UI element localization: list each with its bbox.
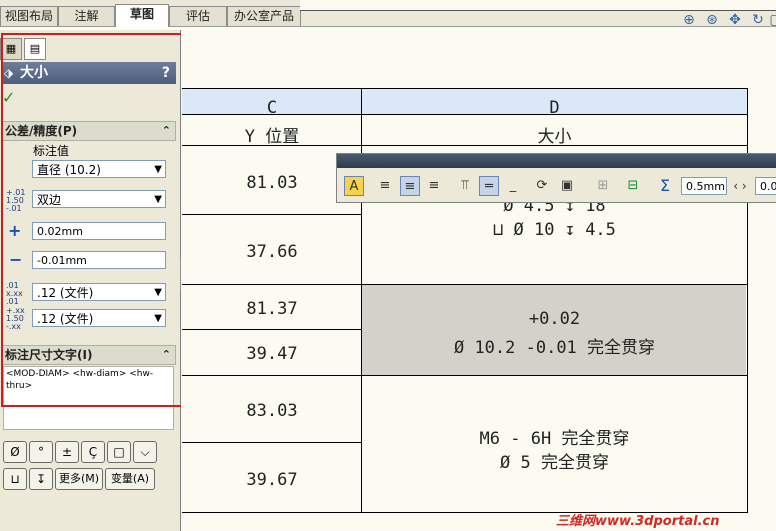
table-cell: 39.67 (246, 470, 298, 490)
table-cell: 83.03 (246, 401, 298, 421)
align-top-icon[interactable]: ⫪ (455, 176, 475, 196)
plusminus-symbol-button[interactable]: ± (55, 441, 79, 463)
rotate-text-icon[interactable]: ⟳ (532, 176, 552, 196)
table-cell: ⊔ Ø 10 ↧ 4.5 (493, 220, 616, 240)
tab-annotation[interactable]: 注解 (58, 6, 115, 26)
table-line (182, 375, 748, 376)
centerline-symbol-button[interactable]: Ç (81, 441, 105, 463)
table-cell: Ø 10.2 -0.01 完全贯穿 (453, 338, 656, 358)
align-left-icon[interactable]: ≡ (375, 176, 395, 196)
tab-sketch[interactable]: 草图 (115, 4, 169, 27)
sum-icon[interactable]: Σ (655, 176, 675, 196)
table-border-top (182, 88, 748, 89)
tab-view-layout[interactable]: 视图布局 (0, 6, 58, 26)
font-icon[interactable]: A (344, 176, 364, 196)
spin-arrows-icon[interactable]: ‹ › (729, 176, 751, 196)
view-orientation-icon[interactable]: ▢ (768, 12, 776, 28)
table-cell: 37.66 (246, 242, 298, 262)
table-cell: M6 - 6H 完全贯穿 (479, 429, 630, 449)
watermark-text: 三维网www.3dportal.cn (556, 514, 720, 529)
cell-border-icon[interactable]: ▣ (557, 176, 577, 196)
drawing-sheet-top-edge (300, 0, 776, 11)
table-cell: 39.47 (246, 344, 298, 364)
variable-button[interactable]: 变量(A) (105, 468, 155, 490)
tab-evaluate[interactable]: 评估 (169, 6, 227, 26)
rotate-icon[interactable]: ↻ (750, 12, 766, 28)
align-bottom-icon[interactable]: _ (503, 176, 523, 196)
border-width-input[interactable]: 0.5mm (681, 177, 727, 195)
table-line (182, 442, 362, 443)
size-header: 大小 (537, 127, 572, 147)
counterbore-symbol-button[interactable]: ⊔ (3, 468, 27, 490)
column-header-d: D (549, 98, 560, 118)
merge-cells-icon[interactable]: ⊞ (593, 176, 613, 196)
highlight-rectangle (1, 33, 205, 407)
y-position-header: Y 位置 (244, 127, 300, 147)
more-symbols-dropdown-button[interactable]: ⌵ (133, 441, 157, 463)
pan-icon[interactable]: ✥ (727, 12, 743, 28)
column-header-c: C (266, 98, 278, 118)
selected-cell-highlight (362, 284, 746, 375)
degree-symbol-button[interactable]: ° (29, 441, 53, 463)
table-line (182, 214, 362, 215)
zoom-area-icon[interactable]: ⊛ (704, 12, 720, 28)
table-cell: +0.02 (528, 309, 581, 329)
diameter-symbol-button[interactable]: Ø (3, 441, 27, 463)
table-cell: 81.03 (246, 173, 298, 193)
table-border-right (747, 88, 748, 512)
table-line (182, 329, 362, 330)
zoom-to-fit-icon[interactable]: ⊕ (681, 12, 697, 28)
depth-symbol-button[interactable]: ↧ (29, 468, 53, 490)
second-value-input[interactable]: 0.0 (755, 177, 776, 195)
more-button[interactable]: 更多(M) (55, 468, 103, 490)
align-right-icon[interactable]: ≡ (424, 176, 444, 196)
tab-office-products[interactable]: 办公室产品 (227, 6, 301, 26)
split-cells-icon[interactable]: ⊟ (623, 176, 643, 196)
align-middle-icon[interactable]: ═ (479, 176, 499, 196)
command-tabbar: 视图布局 注解 草图 评估 办公室产品 ⊕ ⊛ ✥ ↻ ▢ (0, 0, 776, 28)
format-toolbar: A ≡ ≡ ≡ ⫪ ═ _ ⟳ ▣ ⊞ ⊟ Σ 0.5mm ‹ › 0.0 (336, 153, 776, 203)
table-cell: 81.37 (246, 299, 298, 319)
align-center-icon[interactable]: ≡ (400, 176, 420, 196)
square-symbol-button[interactable]: □ (107, 441, 131, 463)
toolbar-grip[interactable] (337, 154, 776, 168)
table-cell: Ø 5 完全贯穿 (500, 453, 609, 473)
table-line (182, 284, 748, 285)
